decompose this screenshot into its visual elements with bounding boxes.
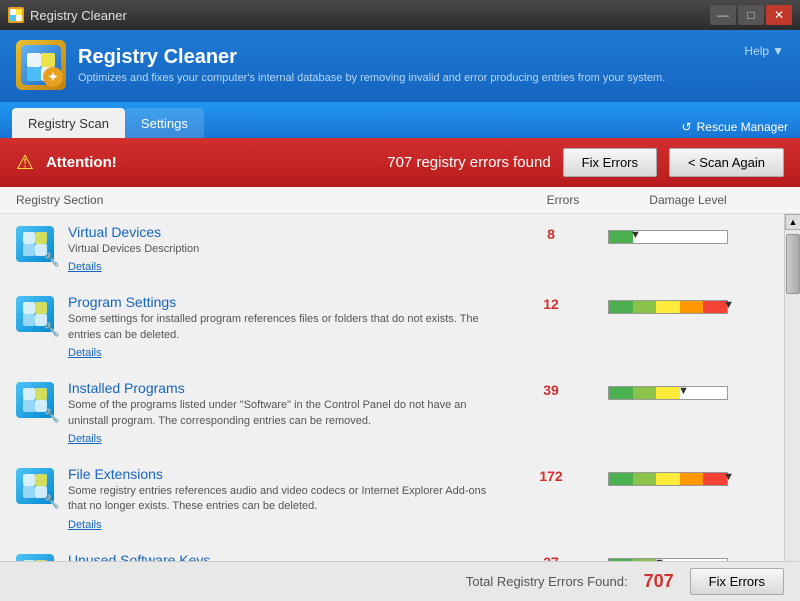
tab-registry-scan[interactable]: Registry Scan	[12, 108, 125, 138]
title-bar-text: Registry Cleaner	[30, 8, 127, 23]
window-controls: — □ ✕	[710, 5, 792, 25]
minimize-button[interactable]: —	[710, 5, 736, 25]
attention-message: 707 registry errors found	[387, 154, 550, 171]
fix-errors-top-button[interactable]: Fix Errors	[563, 148, 657, 177]
wrench-icon: 🔧	[44, 494, 60, 510]
footer: Total Registry Errors Found: 707 Fix Err…	[0, 561, 800, 601]
item-icon-file-extensions: 🔧	[16, 468, 56, 508]
attention-icon: ⚠	[16, 150, 34, 175]
item-content-installed-programs: Installed Programs Some of the programs …	[68, 380, 494, 445]
title-bar-left: Registry Cleaner	[8, 7, 127, 23]
app-icon	[8, 7, 24, 23]
wrench-icon: 🔧	[44, 252, 60, 268]
item-errors-file-extensions: 172	[506, 466, 596, 484]
title-bar: Registry Cleaner — □ ✕	[0, 0, 800, 30]
tab-bar: Registry Scan Settings ↺ Rescue Manager	[0, 102, 800, 138]
app-container: Registry Cleaner — □ ✕	[0, 0, 800, 601]
item-details-virtual-devices[interactable]: Details	[68, 261, 494, 273]
rescue-icon: ↺	[682, 120, 692, 134]
item-content-program-settings: Program Settings Some settings for insta…	[68, 294, 494, 359]
scroll-thumb[interactable]	[786, 234, 800, 294]
header-title: Registry Cleaner	[78, 46, 665, 69]
item-damage-file-extensions: ▼	[608, 466, 768, 488]
scan-again-button[interactable]: < Scan Again	[669, 148, 784, 177]
tabs-container: Registry Scan Settings	[12, 102, 204, 138]
registry-items-list: 🔧 Virtual Devices Virtual Devices Descri…	[0, 214, 784, 601]
item-title-installed-programs[interactable]: Installed Programs	[68, 380, 185, 396]
footer-label: Total Registry Errors Found:	[466, 574, 628, 589]
close-button[interactable]: ✕	[766, 5, 792, 25]
item-title-virtual-devices[interactable]: Virtual Devices	[68, 224, 161, 240]
item-details-installed-programs[interactable]: Details	[68, 433, 494, 445]
maximize-button[interactable]: □	[738, 5, 764, 25]
header-app-icon: ✦	[16, 40, 66, 90]
item-damage-program-settings: ▼	[608, 294, 768, 316]
col-header-errors: Errors	[518, 193, 608, 207]
svg-text:✦: ✦	[48, 70, 58, 84]
item-details-program-settings[interactable]: Details	[68, 347, 494, 359]
item-damage-virtual-devices: ▼	[608, 224, 768, 246]
item-desc-file-extensions: Some registry entries references audio a…	[68, 484, 494, 515]
item-title-program-settings[interactable]: Program Settings	[68, 294, 176, 310]
item-icon-program-settings: 🔧	[16, 296, 56, 336]
item-desc-virtual-devices: Virtual Devices Description	[68, 242, 494, 257]
item-desc-program-settings: Some settings for installed program refe…	[68, 312, 494, 343]
column-headers: Registry Section Errors Damage Level	[0, 187, 800, 214]
registry-item: 🔧 File Extensions Some registry entries …	[0, 456, 784, 542]
rescue-manager-button[interactable]: ↺ Rescue Manager	[682, 120, 788, 134]
item-title-file-extensions[interactable]: File Extensions	[68, 466, 163, 482]
item-desc-installed-programs: Some of the programs listed under "Softw…	[68, 398, 494, 429]
registry-item: 🔧 Installed Programs Some of the program…	[0, 370, 784, 456]
header-subtitle: Optimizes and fixes your computer's inte…	[78, 72, 665, 84]
col-header-scroll-spacer	[768, 193, 784, 207]
attention-bar: ⚠ Attention! 707 registry errors found F…	[0, 138, 800, 187]
help-dropdown-icon: ▼	[772, 44, 784, 58]
col-header-section: Registry Section	[16, 193, 518, 207]
header-text-block: Registry Cleaner Optimizes and fixes you…	[78, 46, 665, 84]
item-errors-virtual-devices: 8	[506, 224, 596, 242]
item-errors-installed-programs: 39	[506, 380, 596, 398]
fix-errors-bottom-button[interactable]: Fix Errors	[690, 568, 784, 595]
wrench-icon: 🔧	[44, 322, 60, 338]
footer-error-count: 707	[644, 571, 674, 592]
item-content-file-extensions: File Extensions Some registry entries re…	[68, 466, 494, 531]
registry-item: 🔧 Program Settings Some settings for ins…	[0, 284, 784, 370]
item-damage-installed-programs: ▼	[608, 380, 768, 402]
attention-label: Attention!	[46, 154, 375, 171]
scrollbar[interactable]: ▲ ▼	[784, 214, 800, 601]
item-icon-virtual-devices: 🔧	[16, 226, 56, 266]
app-header: ✦ Registry Cleaner Optimizes and fixes y…	[0, 30, 800, 102]
item-content-virtual-devices: Virtual Devices Virtual Devices Descript…	[68, 224, 494, 273]
tab-settings[interactable]: Settings	[125, 108, 204, 138]
registry-item: 🔧 Virtual Devices Virtual Devices Descri…	[0, 214, 784, 284]
scroll-up-button[interactable]: ▲	[785, 214, 800, 230]
help-button[interactable]: Help ▼	[744, 44, 784, 58]
wrench-icon: 🔧	[44, 408, 60, 424]
item-details-file-extensions[interactable]: Details	[68, 519, 494, 531]
scroll-track[interactable]	[785, 230, 800, 585]
item-errors-program-settings: 12	[506, 294, 596, 312]
items-area: 🔧 Virtual Devices Virtual Devices Descri…	[0, 214, 800, 601]
col-header-damage: Damage Level	[608, 193, 768, 207]
item-icon-installed-programs: 🔧	[16, 382, 56, 422]
header-left: ✦ Registry Cleaner Optimizes and fixes y…	[16, 40, 665, 90]
